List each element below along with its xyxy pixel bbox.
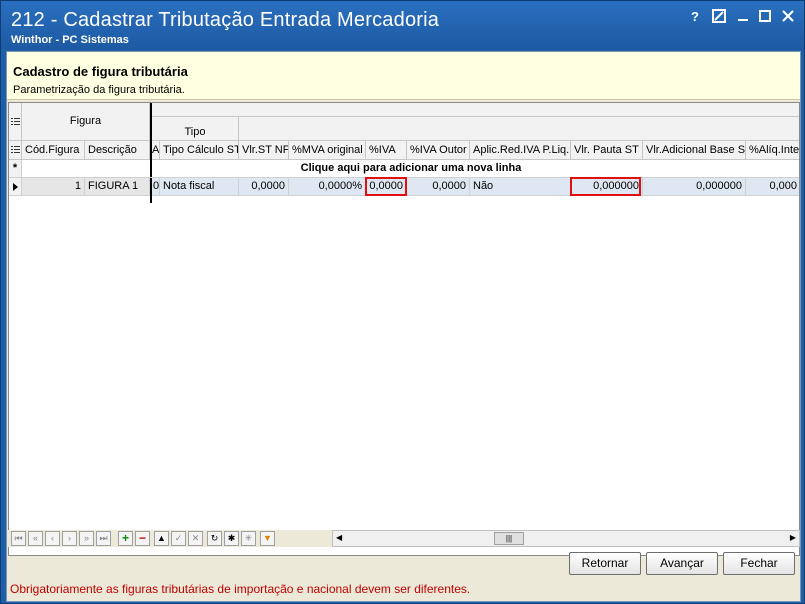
col-aliq-inte[interactable]: %Alíq.Inte bbox=[746, 141, 799, 160]
maximize-icon[interactable] bbox=[757, 9, 773, 25]
window-subtitle: Winthor - PC Sistemas bbox=[11, 34, 129, 46]
col-iva-outor[interactable]: %IVA Outor bbox=[407, 141, 470, 160]
band-figura[interactable]: Figura bbox=[22, 103, 150, 141]
filter-icon[interactable]: ▼ bbox=[260, 531, 275, 546]
retornar-button[interactable]: Retornar bbox=[569, 552, 641, 575]
column-chooser-icon bbox=[11, 118, 20, 125]
cancel-edit-icon[interactable]: ✕ bbox=[188, 531, 203, 546]
main-window: 212 - Cadastrar Tributação Entrada Merca… bbox=[0, 0, 805, 604]
scroll-left-icon[interactable]: ◀ bbox=[336, 533, 342, 542]
help-icon[interactable]: ? bbox=[687, 9, 703, 25]
col-tipo-calculo-st[interactable]: Tipo Cálculo ST bbox=[160, 141, 239, 160]
prev-page-icon[interactable]: « bbox=[28, 531, 43, 546]
col-cod-figura[interactable]: Cód.Figura bbox=[22, 141, 85, 160]
close-icon[interactable] bbox=[780, 9, 796, 25]
band-empty bbox=[152, 103, 799, 117]
header-row-indicator bbox=[9, 141, 22, 160]
minimize-icon[interactable] bbox=[735, 9, 751, 25]
footer-warning: Obrigatoriamente as figuras tributárias … bbox=[10, 582, 471, 596]
cell-a[interactable]: 0 bbox=[152, 178, 160, 196]
client-area: Cadastro de figura tributária Parametriz… bbox=[6, 51, 801, 602]
cell-cod-figura[interactable]: 1 bbox=[22, 178, 85, 196]
scroll-right-icon[interactable]: ▶ bbox=[790, 533, 796, 542]
col-descricao[interactable]: Descrição bbox=[85, 141, 150, 160]
prev-record-icon[interactable]: ‹ bbox=[45, 531, 60, 546]
new-row-marker: * bbox=[9, 160, 22, 178]
info-panel: Cadastro de figura tributária Parametriz… bbox=[7, 52, 800, 100]
new-row-prompt[interactable]: Clique aqui para adicionar uma nova linh… bbox=[22, 160, 799, 178]
cell-tipo-calculo-st[interactable]: Nota fiscal bbox=[160, 178, 239, 196]
cell-aplic-red-iva[interactable]: Não bbox=[470, 178, 571, 196]
col-iva[interactable]: %IVA bbox=[366, 141, 407, 160]
band-tipo[interactable]: Tipo bbox=[152, 117, 239, 141]
col-a[interactable]: A bbox=[152, 141, 160, 160]
row-selector[interactable] bbox=[9, 178, 22, 196]
panel-description: Parametrização da figura tributária. bbox=[13, 84, 185, 96]
band-empty-2 bbox=[239, 117, 799, 141]
next-page-icon[interactable]: » bbox=[79, 531, 94, 546]
goto-bookmark-icon[interactable]: ✳ bbox=[241, 531, 256, 546]
scroll-thumb[interactable]: ||| bbox=[494, 532, 524, 545]
col-vlr-adicional-base-st[interactable]: Vlr.Adicional Base ST bbox=[643, 141, 746, 160]
cell-mva-original[interactable]: 0,0000% bbox=[289, 178, 366, 196]
first-page-icon[interactable]: ⏮ bbox=[11, 531, 26, 546]
current-row-arrow-icon bbox=[13, 183, 18, 191]
list-icon bbox=[11, 146, 20, 153]
add-record-icon[interactable]: + bbox=[118, 531, 133, 546]
last-page-icon[interactable]: ⏭ bbox=[96, 531, 111, 546]
panel-heading: Cadastro de figura tributária bbox=[13, 64, 188, 79]
cell-vlr-adicional-base-st[interactable]: 0,000000 bbox=[643, 178, 746, 196]
edit-record-icon[interactable]: ▲ bbox=[154, 531, 169, 546]
horizontal-scrollbar[interactable]: ◀ ||| ▶ bbox=[332, 530, 800, 547]
refresh-icon[interactable]: ↻ bbox=[207, 531, 222, 546]
cell-aliq-inte[interactable]: 0,000 bbox=[746, 178, 799, 196]
delete-record-icon[interactable]: − bbox=[135, 531, 150, 546]
next-record-icon[interactable]: › bbox=[62, 531, 77, 546]
col-vlr-st-nf[interactable]: Vlr.ST NF bbox=[239, 141, 289, 160]
fechar-button[interactable]: Fechar bbox=[723, 552, 795, 575]
cell-iva-outor[interactable]: 0,0000 bbox=[407, 178, 470, 196]
col-vlr-pauta-st[interactable]: Vlr. Pauta ST bbox=[571, 141, 643, 160]
restore-icon[interactable] bbox=[711, 9, 727, 25]
cell-descricao[interactable]: FIGURA 1 bbox=[85, 178, 150, 196]
figura-grid[interactable]: Figura Tipo Cód.Figura Descrição A Tipo … bbox=[8, 102, 800, 556]
avancar-button[interactable]: Avançar bbox=[646, 552, 718, 575]
window-title: 212 - Cadastrar Tributação Entrada Merca… bbox=[11, 9, 440, 31]
post-record-icon[interactable]: ✓ bbox=[171, 531, 186, 546]
bookmark-icon[interactable]: ✱ bbox=[224, 531, 239, 546]
highlight-vlr-pauta bbox=[570, 177, 641, 196]
col-aplic-red-iva[interactable]: Aplic.Red.IVA P.Liq. bbox=[470, 141, 571, 160]
cell-vlr-st-nf[interactable]: 0,0000 bbox=[239, 178, 289, 196]
highlight-iva bbox=[365, 177, 407, 196]
col-mva-original[interactable]: %MVA original bbox=[289, 141, 366, 160]
grid-corner[interactable] bbox=[9, 103, 22, 141]
title-bar[interactable]: 212 - Cadastrar Tributação Entrada Merca… bbox=[1, 1, 804, 49]
